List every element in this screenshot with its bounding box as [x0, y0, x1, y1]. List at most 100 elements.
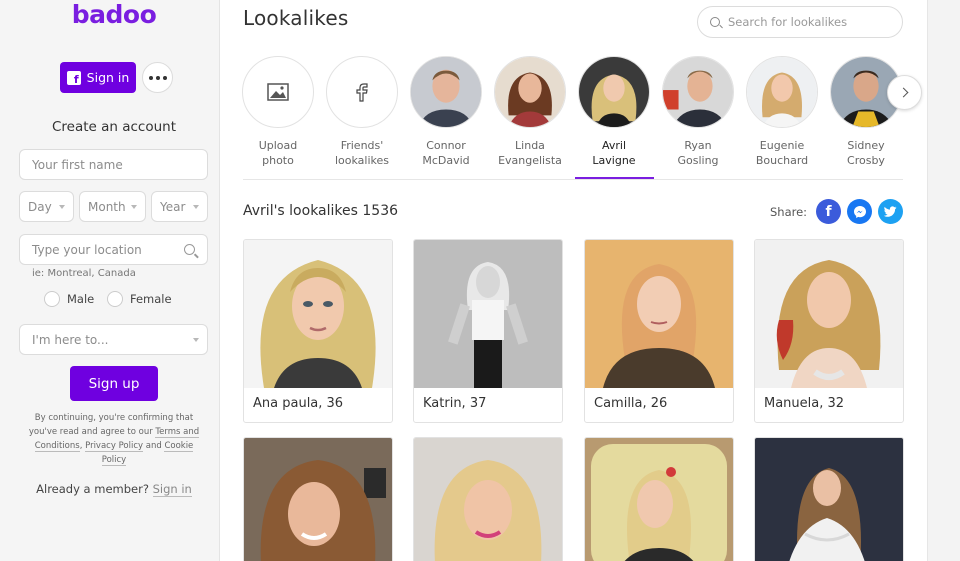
male-label: Male: [67, 292, 95, 306]
tab-sidney-crosby[interactable]: Sidney Crosby: [824, 56, 908, 168]
result-card[interactable]: Katrin, 37: [413, 239, 563, 423]
avatar: [747, 57, 817, 127]
terms-link[interactable]: Conditions: [34, 441, 80, 452]
next-arrow-button[interactable]: [887, 75, 922, 110]
signup-sidebar: badoo f Sign in Create an account Your f…: [0, 0, 220, 561]
dot-icon: [155, 75, 160, 80]
tab-linda-evangelista[interactable]: Linda Evangelista: [488, 56, 572, 168]
cookie-link[interactable]: Policy: [101, 455, 127, 466]
tab-upload-photo[interactable]: Upload photo: [236, 56, 320, 168]
tab-friends-lookalikes[interactable]: Friends' lookalikes: [320, 56, 404, 168]
female-radio[interactable]: [107, 291, 123, 307]
messenger-icon: [853, 205, 866, 218]
avatar: [755, 438, 903, 561]
avatar: [411, 57, 481, 127]
signup-button[interactable]: Sign up: [70, 366, 158, 401]
result-card[interactable]: Manuela, 32: [754, 239, 904, 423]
active-tab-indicator: [575, 177, 654, 179]
celeb-label: Linda Evangelista: [498, 139, 562, 167]
twitter-share-button[interactable]: [878, 199, 903, 224]
chevron-right-icon: [898, 87, 908, 98]
legal-text: By continuing, you're confirming that yo…: [18, 411, 210, 467]
image-icon: [267, 83, 289, 101]
profile-photo: [755, 438, 903, 561]
chevron-down-icon: [131, 205, 137, 209]
profile-photo: [414, 438, 562, 561]
tab-eugenie-bouchard[interactable]: Eugenie Bouchard: [740, 56, 824, 168]
avatar: [585, 240, 733, 388]
search-icon: [184, 244, 195, 255]
search-input[interactable]: Search for lookalikes: [697, 6, 903, 38]
result-name: Camilla, 26: [594, 396, 668, 411]
facebook-icon: f: [825, 203, 832, 220]
dot-icon: [162, 75, 167, 80]
location-field[interactable]: Type your location: [19, 234, 208, 265]
result-card[interactable]: [413, 437, 563, 561]
gender-male-option[interactable]: Male: [44, 291, 94, 307]
lookalikes-main: Lookalikes Search for lookalikes Upload …: [220, 0, 927, 561]
tab-connor-mcdavid[interactable]: Connor McDavid: [404, 56, 488, 168]
tab-ryan-gosling[interactable]: Ryan Gosling: [656, 56, 740, 168]
year-select[interactable]: Year: [151, 191, 208, 222]
avatar: [244, 240, 392, 388]
female-label: Female: [130, 292, 172, 306]
result-name: Ana paula, 36: [253, 396, 344, 411]
more-options-button[interactable]: [142, 62, 173, 93]
avatar: [414, 240, 562, 388]
chevron-down-icon: [193, 338, 199, 342]
profile-photo: [244, 438, 392, 561]
tab-avril-lavigne[interactable]: Avril Lavigne: [572, 56, 656, 168]
intent-placeholder: I'm here to...: [32, 332, 109, 347]
legal-sep: and: [143, 441, 165, 451]
intent-select[interactable]: I'm here to...: [19, 324, 208, 355]
chevron-down-icon: [59, 205, 65, 209]
facebook-signin-button[interactable]: f Sign in: [60, 62, 136, 93]
search-icon: [710, 17, 720, 27]
twitter-icon: [884, 205, 897, 217]
first-name-placeholder: Your first name: [32, 157, 123, 172]
celeb-label: Ryan Gosling: [677, 139, 719, 167]
location-placeholder: Type your location: [32, 242, 142, 257]
location-hint: ie: Montreal, Canada: [32, 268, 136, 279]
celeb-avatar: [410, 56, 482, 128]
day-placeholder: Day: [28, 199, 52, 214]
celeb-label: Sidney Crosby: [847, 139, 885, 167]
tabs-divider: [243, 179, 903, 180]
facebook-share-button[interactable]: f: [816, 199, 841, 224]
page-title: Lookalikes: [243, 6, 349, 30]
privacy-link[interactable]: Privacy Policy: [85, 441, 144, 452]
profile-photo: [244, 240, 392, 388]
create-account-title: Create an account: [51, 119, 177, 135]
dot-icon: [148, 75, 153, 80]
avatar: [585, 438, 733, 561]
result-card[interactable]: Camilla, 26: [584, 239, 734, 423]
male-radio[interactable]: [44, 291, 60, 307]
legal-line: you've read and agree to our: [28, 427, 156, 437]
celeb-avatar: [662, 56, 734, 128]
month-select[interactable]: Month: [79, 191, 146, 222]
result-card[interactable]: [243, 437, 393, 561]
legal-line: By continuing, you're confirming that: [34, 413, 194, 423]
gender-female-option[interactable]: Female: [107, 291, 172, 307]
share-label: Share:: [770, 205, 808, 219]
right-gutter: [927, 0, 960, 561]
avatar: [755, 240, 903, 388]
month-placeholder: Month: [88, 199, 126, 214]
avatar: [244, 438, 392, 561]
cookie-link[interactable]: Cookie: [164, 441, 194, 452]
terms-link[interactable]: Terms and: [155, 427, 200, 438]
result-card[interactable]: [754, 437, 904, 561]
results-title: Avril's lookalikes 1536: [243, 203, 399, 219]
messenger-share-button[interactable]: [847, 199, 872, 224]
badoo-logo[interactable]: badoo: [0, 0, 228, 29]
first-name-field[interactable]: Your first name: [19, 149, 208, 180]
signin-link[interactable]: Sign in: [152, 482, 192, 497]
celeb-label: Upload photo: [258, 139, 298, 167]
day-select[interactable]: Day: [19, 191, 74, 222]
result-card[interactable]: Ana paula, 36: [243, 239, 393, 423]
result-card[interactable]: [584, 437, 734, 561]
celeb-label: Eugenie Bouchard: [755, 139, 809, 167]
result-name: Manuela, 32: [764, 396, 845, 411]
avatar: [414, 438, 562, 561]
celeb-label: Friends' lookalikes: [334, 139, 390, 167]
